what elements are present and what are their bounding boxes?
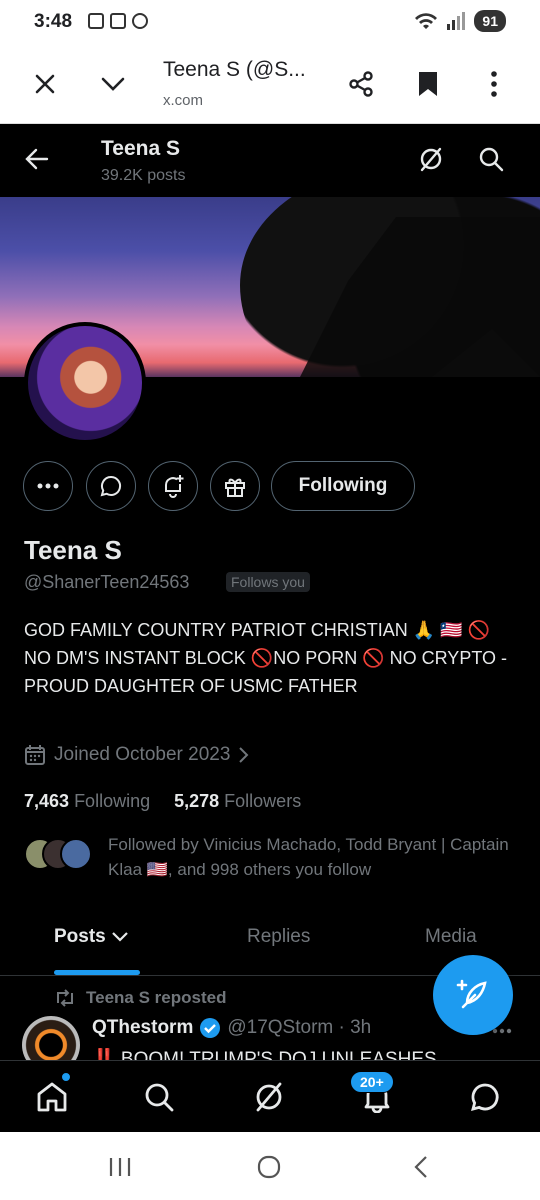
post-header: QThestorm @17QStorm · 3h xyxy=(92,1017,371,1039)
joined-date[interactable]: Joined October 2023 xyxy=(24,744,250,766)
profile-bio: GOD FAMILY COUNTRY PATRIOT CHRISTIAN 🙏 🇱… xyxy=(24,620,507,696)
chevron-left-icon xyxy=(414,1156,427,1178)
custom-tab-toolbar: Teena S (@S... x.com xyxy=(0,46,540,124)
active-tab-indicator xyxy=(54,970,140,975)
followed-by-avatars xyxy=(24,838,92,872)
tab-replies[interactable]: Replies xyxy=(247,926,310,948)
back-system-button[interactable] xyxy=(401,1152,441,1182)
verified-badge-icon xyxy=(200,1018,221,1038)
close-icon xyxy=(35,74,55,94)
nav-grok[interactable] xyxy=(247,1075,291,1119)
chevron-down-icon xyxy=(101,77,125,91)
status-right: 91 xyxy=(414,10,506,32)
more-menu-button[interactable] xyxy=(474,64,514,104)
tab-title: Teena S (@S... xyxy=(163,58,306,81)
chevron-down-icon xyxy=(111,932,128,942)
tab-posts-label: Posts xyxy=(54,926,106,947)
chevron-right-icon xyxy=(239,747,249,763)
header-name: Teena S xyxy=(101,137,180,160)
tab-posts[interactable]: Posts xyxy=(54,926,128,948)
share-button[interactable] xyxy=(341,64,381,104)
compose-feather-icon xyxy=(456,979,487,1009)
calendar-icon xyxy=(110,13,126,29)
bell-plus-icon xyxy=(165,475,184,498)
grok-icon xyxy=(256,1082,282,1112)
tab-media[interactable]: Media xyxy=(425,926,477,948)
post-author-name[interactable]: QThestorm xyxy=(92,1017,193,1039)
grok-button[interactable] xyxy=(411,139,451,179)
followers-label: Followers xyxy=(224,791,302,811)
arrow-left-icon xyxy=(25,148,49,170)
nav-search[interactable] xyxy=(137,1075,181,1119)
share-icon xyxy=(349,71,373,97)
follow-stats: 7,463 Following 5,278 Followers xyxy=(24,791,301,812)
bottom-navigation: 20+ xyxy=(0,1060,540,1132)
status-time: 3:48 xyxy=(34,11,73,32)
calendar-icon xyxy=(25,745,45,765)
following-button[interactable]: Following xyxy=(271,461,415,511)
battery-level: 91 xyxy=(474,10,506,32)
close-tab-button[interactable] xyxy=(25,64,65,104)
followed-by-text: Followed by Vinicius Machado, Todd Bryan… xyxy=(108,835,509,879)
following-count: 7,463 xyxy=(24,791,70,811)
home-system-button[interactable] xyxy=(249,1152,289,1182)
message-bubble-icon xyxy=(471,1083,499,1111)
following-stat[interactable]: 7,463 Following xyxy=(24,791,150,812)
post-text[interactable]: ‼️ BOOM! TRUMP'S DOJ UNLEASHES xyxy=(92,1047,472,1061)
repost-icon xyxy=(57,989,73,1007)
status-bar: 3:48 91 xyxy=(0,0,540,46)
search-button[interactable] xyxy=(471,139,511,179)
more-horizontal-icon xyxy=(492,1028,512,1034)
status-notification-icons xyxy=(88,13,148,29)
post-handle-time: @17QStorm · 3h xyxy=(227,1017,372,1038)
search-icon xyxy=(145,1083,174,1112)
signal-icon xyxy=(447,12,466,30)
follows-you-badge: Follows you xyxy=(226,572,310,592)
recent-apps-button[interactable] xyxy=(100,1152,140,1182)
minimize-tab-button[interactable] xyxy=(93,64,133,104)
message-button[interactable] xyxy=(86,461,136,511)
system-navigation-bar xyxy=(0,1132,540,1200)
gift-button[interactable] xyxy=(210,461,260,511)
profile-display-name: Teena S xyxy=(24,535,122,565)
search-icon xyxy=(479,147,504,172)
followers-count: 5,278 xyxy=(174,791,220,811)
repost-context[interactable]: Teena S reposted xyxy=(54,988,226,1008)
more-horizontal-icon xyxy=(37,483,59,489)
nav-messages[interactable] xyxy=(463,1075,507,1119)
more-options-button[interactable] xyxy=(23,461,73,511)
header-post-count: 39.2K posts xyxy=(101,167,186,184)
joined-text: Joined October 2023 xyxy=(54,744,231,765)
followers-stat[interactable]: 5,278 Followers xyxy=(174,791,301,812)
message-bubble-icon xyxy=(100,475,122,497)
bookmark-button[interactable] xyxy=(408,64,448,104)
profile-handle: @ShanerTeen24563 xyxy=(24,572,190,592)
home-icon xyxy=(37,1082,67,1112)
recent-apps-icon xyxy=(109,1158,131,1176)
notifications-badge: 20+ xyxy=(350,1071,394,1093)
followed-by-row[interactable]: Followed by Vinicius Machado, Todd Bryan… xyxy=(24,832,524,882)
compose-post-button[interactable] xyxy=(433,955,513,1035)
notify-button[interactable] xyxy=(148,461,198,511)
tab-url: x.com xyxy=(163,92,204,109)
repost-label: Teena S reposted xyxy=(86,988,227,1007)
bookmark-icon xyxy=(419,72,437,96)
more-vertical-icon xyxy=(491,71,497,97)
back-button[interactable] xyxy=(17,139,57,179)
globe-icon xyxy=(132,13,148,29)
home-unread-dot xyxy=(61,1072,71,1082)
wifi-icon xyxy=(415,13,438,29)
avatar xyxy=(60,838,92,870)
following-label: Following xyxy=(74,791,151,811)
gift-icon xyxy=(225,478,245,497)
home-circle-icon xyxy=(257,1155,281,1179)
grok-icon xyxy=(420,147,442,172)
screenshot-icon xyxy=(88,13,104,29)
profile-header-bar: Teena S 39.2K posts xyxy=(0,125,540,197)
profile-avatar[interactable] xyxy=(24,322,146,444)
